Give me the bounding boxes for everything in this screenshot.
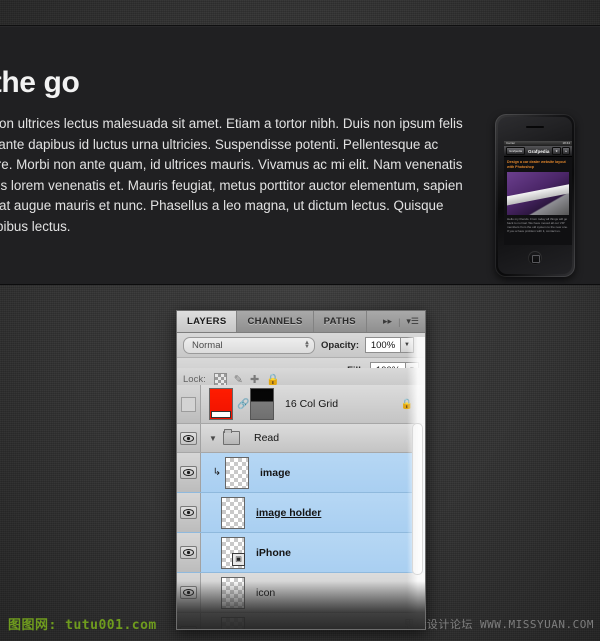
panel-menu-icon[interactable]: ▾☰ (406, 316, 419, 327)
tab-channels[interactable]: CHANNELS (237, 311, 314, 332)
layer-visibility-cell[interactable] (177, 573, 201, 612)
iphone-screen: Carrier 18:44 Grafpedia Grafpedia ★ ▸ De… (504, 141, 572, 245)
layer-mask-thumbnail[interactable] (250, 388, 274, 420)
eye-icon[interactable] (180, 431, 197, 445)
panel-tab-bar: LAYERS CHANNELS PATHS ▸▸ | ▾☰ (177, 311, 425, 333)
home-square-icon (532, 255, 540, 263)
clipping-mask-icon: ↳ (212, 467, 222, 478)
layer-name[interactable]: image (260, 467, 425, 479)
article-title: Design a car dealer website layout with … (507, 160, 566, 169)
eye-icon[interactable] (180, 546, 197, 559)
layer-thumbnail[interactable] (221, 576, 245, 609)
layer-thumbnail[interactable] (221, 496, 245, 529)
tab-spacer (366, 311, 378, 332)
table-row[interactable]: ▼ Read (177, 424, 425, 453)
iphone-speaker (526, 126, 544, 128)
article-image (507, 172, 569, 215)
tab-paths[interactable]: PATHS (313, 311, 367, 332)
page-title: on the go (0, 66, 80, 99)
opacity-dropdown-icon[interactable]: ▼ (401, 337, 415, 353)
iphone-navbar: Grafpedia Grafpedia ★ ▸ (504, 146, 572, 157)
panel-scrollbar[interactable] (412, 423, 423, 575)
nav-right-group: ★ ▸ (552, 147, 570, 155)
iphone-mockup: Carrier 18:44 Grafpedia Grafpedia ★ ▸ De… (495, 114, 575, 277)
layer-name[interactable]: 16 Col Grid (285, 398, 401, 410)
lock-icon: 🔒 (400, 398, 413, 410)
eye-icon[interactable] (180, 626, 197, 629)
layer-thumbnail[interactable] (225, 456, 249, 489)
opacity-field-group: 100% ▼ (365, 337, 415, 353)
status-time: 18:44 (562, 141, 570, 145)
hero-section: on the go rci, non ultrices lectus males… (0, 25, 600, 285)
hero-paragraph: rci, non ultrices lectus malesuada sit a… (0, 116, 463, 234)
blend-mode-row: Normal ▲ ▼ Opacity: 100% ▼ (177, 333, 425, 358)
eye-icon[interactable] (180, 506, 197, 519)
eye-icon[interactable] (180, 466, 197, 479)
panel-tab-icons: ▸▸ | ▾☰ (377, 311, 425, 332)
tab-divider: | (398, 316, 401, 327)
lock-label: Lock: (183, 374, 206, 385)
layer-visibility-cell[interactable] (177, 453, 201, 492)
blend-mode-select[interactable]: Normal ▲ ▼ (183, 336, 315, 354)
iphone-body: Carrier 18:44 Grafpedia Grafpedia ★ ▸ De… (498, 117, 572, 274)
opacity-input[interactable]: 100% (365, 337, 402, 353)
table-row[interactable]: image holder (177, 493, 425, 533)
table-row[interactable]: icon (177, 573, 425, 613)
nav-back-button[interactable]: Grafpedia (506, 147, 526, 155)
layer-thumbnail[interactable]: ▣ (221, 536, 245, 569)
eye-icon[interactable] (180, 586, 197, 599)
layer-visibility-cell[interactable] (177, 533, 201, 572)
blend-mode-value: Normal (192, 339, 223, 351)
layer-name[interactable]: icon (256, 587, 425, 599)
collapse-icon[interactable]: ▸▸ (383, 316, 392, 327)
opacity-label: Opacity: (321, 339, 360, 351)
iphone-home-button[interactable] (528, 251, 542, 265)
table-row[interactable] (177, 613, 425, 629)
layer-name[interactable]: Read (254, 432, 425, 444)
layer-visibility-cell[interactable] (177, 385, 201, 423)
table-row[interactable]: ▣ iPhone (177, 533, 425, 573)
spinner-icon: ▲ ▼ (304, 340, 310, 350)
link-icon[interactable]: 🔗 (237, 399, 249, 410)
tab-layers[interactable]: LAYERS (177, 311, 238, 332)
layer-list[interactable]: 🔗 16 Col Grid 🔒 ▼ Read ↳ image image hol… (177, 385, 425, 629)
status-carrier: Carrier (506, 141, 516, 145)
table-row[interactable]: ↳ image (177, 453, 425, 493)
folder-icon (223, 429, 240, 445)
smart-object-icon: ▣ (232, 552, 245, 566)
watermark-left: 图图网: tutu001.com (8, 618, 157, 633)
iphone-article: Design a car dealer website layout with … (504, 157, 572, 245)
layer-thumbnail[interactable] (221, 616, 245, 629)
layer-visibility-cell[interactable] (177, 424, 201, 452)
layers-panel: LAYERS CHANNELS PATHS ▸▸ | ▾☰ Normal ▲ ▼ … (176, 310, 426, 630)
chevron-down-icon[interactable]: ▼ (209, 434, 221, 443)
article-body: Hello my friends. From today all things … (507, 217, 568, 234)
star-icon[interactable]: ★ (552, 147, 561, 155)
layer-visibility-cell[interactable] (177, 493, 201, 532)
table-row[interactable]: 🔗 16 Col Grid 🔒 (177, 385, 425, 424)
layer-name[interactable]: image holder (256, 507, 425, 519)
layer-visibility-cell[interactable] (177, 613, 201, 629)
layer-thumbnail[interactable] (209, 388, 233, 420)
layer-name[interactable]: iPhone (256, 547, 425, 559)
watermark-right: 思缘设计论坛 WWW.MISSYUAN.COM (403, 618, 594, 631)
chevron-right-icon[interactable]: ▸ (562, 147, 570, 155)
nav-title: Grafpedia (528, 148, 550, 154)
eye-off-icon[interactable] (181, 396, 196, 412)
